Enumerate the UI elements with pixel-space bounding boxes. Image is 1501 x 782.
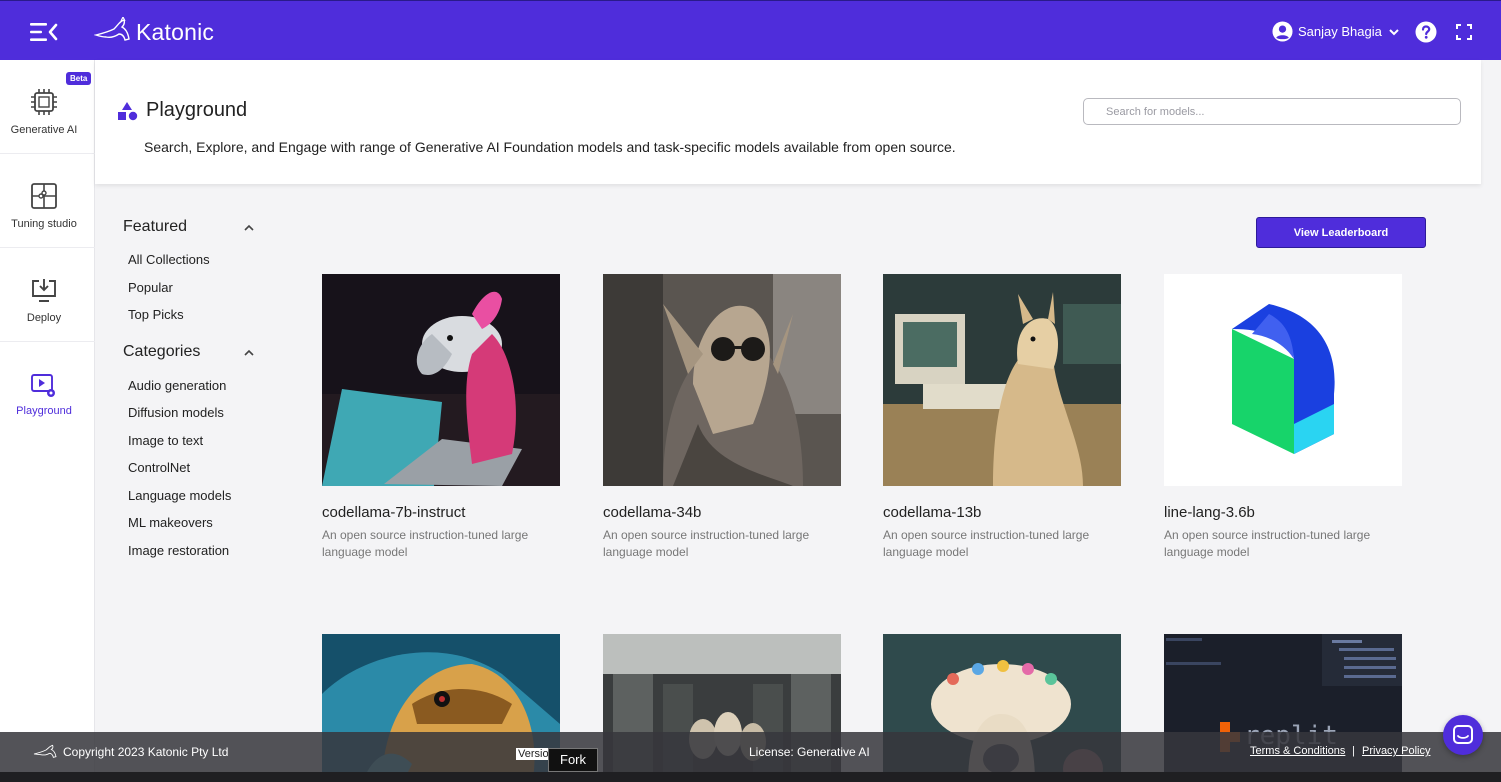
footer-separator: | <box>1352 745 1355 757</box>
nav-label: Deploy <box>26 312 62 324</box>
chip-icon <box>31 89 57 115</box>
model-thumbnail <box>883 274 1121 486</box>
view-leaderboard-button[interactable]: View Leaderboard <box>1256 217 1426 248</box>
model-thumbnail <box>1164 274 1402 486</box>
kangaroo-logo-icon <box>33 744 57 758</box>
filter-top-picks[interactable]: Top Picks <box>128 307 184 322</box>
user-menu[interactable]: Sanjay Bhagia <box>1272 21 1400 42</box>
kangaroo-logo-icon <box>94 17 130 41</box>
filter-popular[interactable]: Popular <box>128 280 173 295</box>
shapes-icon <box>118 102 138 121</box>
search-input[interactable] <box>1083 98 1461 125</box>
filter-audio-generation[interactable]: Audio generation <box>128 378 226 393</box>
model-thumbnail <box>603 274 841 486</box>
model-title: codellama-13b <box>883 504 982 521</box>
katonic-logo[interactable]: Katonic <box>94 15 214 49</box>
nav-label: Tuning studio <box>11 218 77 230</box>
nav-tuning-studio[interactable]: Tuning studio <box>0 154 95 248</box>
nav-label: Playground <box>16 405 72 417</box>
nav-playground[interactable]: Playground <box>0 348 95 442</box>
featured-heading[interactable]: Featured <box>123 218 187 236</box>
model-title: codellama-7b-instruct <box>322 504 466 521</box>
filter-controlnet[interactable]: ControlNet <box>128 460 190 475</box>
filter-diffusion-models[interactable]: Diffusion models <box>128 405 224 420</box>
privacy-link[interactable]: Privacy Policy <box>1362 745 1430 757</box>
model-card[interactable]: codellama-34b An open source instruction… <box>603 274 841 559</box>
license-text: License: Generative AI <box>749 745 870 759</box>
puzzle-icon <box>31 183 57 209</box>
model-description: An open source instruction-tuned large l… <box>883 528 1090 559</box>
filter-image-to-text[interactable]: Image to text <box>128 433 203 448</box>
fullscreen-icon[interactable] <box>1456 24 1472 40</box>
deploy-icon <box>32 279 56 302</box>
bottom-strip <box>0 772 1501 782</box>
brand-name: Katonic <box>136 18 215 45</box>
categories-heading[interactable]: Categories <box>123 343 200 361</box>
chevron-down-icon <box>1389 28 1399 35</box>
filter-image-restoration[interactable]: Image restoration <box>128 543 229 558</box>
model-description: An open source instruction-tuned large l… <box>322 528 529 559</box>
model-title: line-lang-3.6b <box>1164 504 1255 521</box>
filter-language-models[interactable]: Language models <box>128 488 231 503</box>
user-avatar-icon <box>1272 21 1293 42</box>
filter-all-collections[interactable]: All Collections <box>128 252 210 267</box>
user-name: Sanjay Bhagia <box>1298 24 1382 39</box>
model-description: An open source instruction-tuned large l… <box>1164 528 1371 559</box>
top-bar: Katonic Sanjay Bhagia <box>0 0 1501 60</box>
chevron-up-icon[interactable] <box>243 222 255 234</box>
playground-icon <box>31 374 55 397</box>
page-subtitle: Search, Explore, and Engage with range o… <box>144 139 956 155</box>
nav-deploy[interactable]: Deploy <box>0 248 95 342</box>
chevron-up-icon[interactable] <box>243 347 255 359</box>
page-header: Playground Search, Explore, and Engage w… <box>95 60 1481 184</box>
help-icon[interactable] <box>1415 21 1437 43</box>
menu-collapse-icon[interactable] <box>30 21 58 43</box>
filter-sidebar: Featured All Collections Popular Top Pic… <box>95 184 295 732</box>
model-card[interactable]: codellama-7b-instruct An open source ins… <box>322 274 560 559</box>
beta-badge: Beta <box>66 72 92 85</box>
model-description: An open source instruction-tuned large l… <box>603 528 810 559</box>
page-title: Playground <box>146 99 248 121</box>
left-nav: Beta Generative AI Tuning studio Deploy <box>0 60 95 782</box>
nav-label: Generative AI <box>10 124 78 136</box>
copyright-text: Copyright 2023 Katonic Pty Ltd <box>63 745 229 759</box>
filter-ml-makeovers[interactable]: ML makeovers <box>128 515 213 530</box>
chat-icon <box>1453 725 1473 744</box>
model-title: codellama-34b <box>603 504 702 521</box>
model-card[interactable]: codellama-13b An open source instruction… <box>883 274 1121 559</box>
footer: Copyright 2023 Katonic Pty Ltd Version F… <box>0 732 1501 772</box>
fork-button[interactable]: Fork <box>548 748 598 772</box>
chat-launcher-button[interactable] <box>1443 715 1483 755</box>
model-card[interactable]: line-lang-3.6b An open source instructio… <box>1164 274 1402 559</box>
terms-link[interactable]: Terms & Conditions <box>1250 745 1345 757</box>
nav-generative-ai[interactable]: Beta Generative AI <box>0 60 95 154</box>
model-thumbnail <box>322 274 560 486</box>
